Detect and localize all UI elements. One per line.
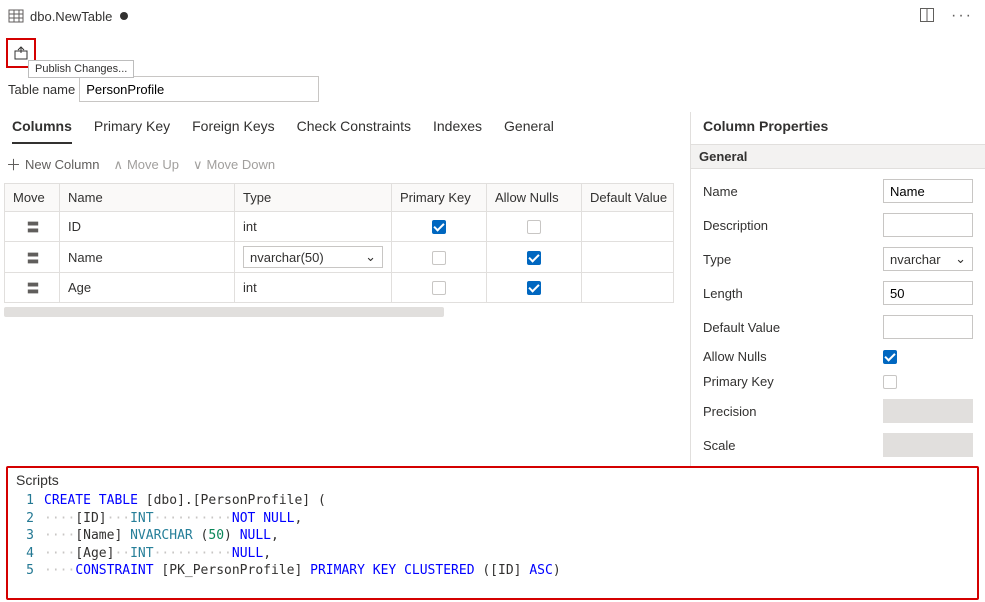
tab-indexes[interactable]: Indexes	[433, 112, 482, 144]
pk-checkbox[interactable]	[432, 251, 446, 265]
prop-precision-input	[883, 399, 973, 423]
new-column-label: New Column	[25, 157, 99, 172]
prop-label-description: Description	[703, 218, 883, 233]
prop-type-value: nvarchar	[890, 252, 941, 267]
default-value-cell[interactable]	[582, 212, 674, 242]
type-value: int	[243, 219, 257, 234]
columns-toolbar: ＋ New Column ∧ Move Up ∨ Move Down	[0, 144, 690, 183]
drag-handle-icon[interactable]: 〓	[5, 242, 60, 273]
table-name-input[interactable]	[79, 76, 319, 102]
title-bar: dbo.NewTable ···	[0, 0, 985, 32]
prop-label-length: Length	[703, 286, 883, 301]
default-value-cell[interactable]	[582, 273, 674, 303]
new-column-button[interactable]: ＋ New Column	[6, 154, 99, 175]
columns-table: Move Name Type Primary Key Allow Nulls D…	[4, 183, 674, 303]
table-icon	[8, 8, 24, 24]
prop-scale-input	[883, 433, 973, 457]
prop-label-pk: Primary Key	[703, 374, 883, 389]
move-down-button[interactable]: ∨ Move Down	[193, 157, 275, 173]
drag-handle-icon[interactable]: 〓	[5, 212, 60, 242]
column-type-cell[interactable]: int	[235, 273, 392, 303]
publish-tooltip: Publish Changes...	[28, 60, 134, 78]
column-name-cell[interactable]: Name	[60, 242, 235, 273]
tab-general[interactable]: General	[504, 112, 554, 144]
prop-default-input[interactable]	[883, 315, 973, 339]
chevron-down-icon: ∨	[193, 157, 203, 173]
drag-handle-icon[interactable]: 〓	[5, 273, 60, 303]
toolbar: Publish Changes...	[0, 32, 985, 68]
column-type-cell[interactable]: int	[235, 212, 392, 242]
scripts-panel: Scripts 1CREATE TABLE [dbo].[PersonProfi…	[6, 466, 979, 600]
editor-tab-title[interactable]: dbo.NewTable	[30, 9, 112, 24]
chevron-down-icon: ⌄	[365, 249, 376, 265]
table-row[interactable]: 〓 ID int	[5, 212, 674, 242]
pk-checkbox[interactable]	[432, 281, 446, 295]
col-header-nulls[interactable]: Allow Nulls	[487, 184, 582, 212]
type-select[interactable]: nvarchar(50) ⌄	[243, 246, 383, 268]
column-name-cell[interactable]: Age	[60, 273, 235, 303]
col-header-default[interactable]: Default Value	[582, 184, 674, 212]
prop-pk-checkbox[interactable]	[883, 375, 897, 389]
move-up-button[interactable]: ∧ Move Up	[113, 157, 179, 173]
pk-checkbox[interactable]	[432, 220, 446, 234]
tab-primary-key[interactable]: Primary Key	[94, 112, 170, 144]
allownulls-checkbox[interactable]	[527, 251, 541, 265]
column-name-cell[interactable]: ID	[60, 212, 235, 242]
allownulls-checkbox[interactable]	[527, 281, 541, 295]
column-type-cell[interactable]: nvarchar(50) ⌄	[235, 242, 392, 273]
move-up-label: Move Up	[127, 157, 179, 172]
tab-foreign-keys[interactable]: Foreign Keys	[192, 112, 274, 144]
default-value-cell[interactable]	[582, 242, 674, 273]
type-value: nvarchar(50)	[250, 250, 324, 265]
plus-icon: ＋	[6, 154, 21, 175]
horizontal-scrollbar[interactable]	[4, 307, 444, 317]
prop-label-default: Default Value	[703, 320, 883, 335]
properties-title: Column Properties	[703, 112, 973, 144]
prop-label-name: Name	[703, 184, 883, 199]
prop-label-allownulls: Allow Nulls	[703, 349, 883, 364]
col-header-type[interactable]: Type	[235, 184, 392, 212]
unsaved-indicator-icon	[120, 12, 128, 20]
chevron-up-icon: ∧	[113, 157, 123, 173]
move-down-label: Move Down	[207, 157, 276, 172]
prop-length-input[interactable]	[883, 281, 973, 305]
col-header-pk[interactable]: Primary Key	[392, 184, 487, 212]
prop-label-precision: Precision	[703, 404, 883, 419]
sql-script-editor[interactable]: 1CREATE TABLE [dbo].[PersonProfile] (2··…	[16, 492, 969, 580]
prop-allownulls-checkbox[interactable]	[883, 350, 897, 364]
designer-tabs: Columns Primary Key Foreign Keys Check C…	[0, 112, 690, 144]
more-actions-icon[interactable]: ···	[947, 5, 977, 27]
scripts-title: Scripts	[16, 472, 969, 488]
split-editor-icon[interactable]	[915, 5, 939, 28]
allownulls-checkbox[interactable]	[527, 220, 541, 234]
tab-columns[interactable]: Columns	[12, 112, 72, 144]
col-header-name[interactable]: Name	[60, 184, 235, 212]
tab-check-constraints[interactable]: Check Constraints	[297, 112, 411, 144]
col-header-move[interactable]: Move	[5, 184, 60, 212]
prop-label-type: Type	[703, 252, 883, 267]
table-name-label: Table name	[8, 82, 75, 97]
chevron-down-icon: ⌄	[955, 251, 966, 267]
properties-section-general: General	[691, 144, 985, 169]
column-properties-panel: Column Properties General Name Descripti…	[690, 112, 985, 479]
prop-description-input[interactable]	[883, 213, 973, 237]
prop-name-input[interactable]	[883, 179, 973, 203]
table-row[interactable]: 〓 Name nvarchar(50) ⌄	[5, 242, 674, 273]
table-name-row: Table name	[0, 68, 985, 112]
prop-label-scale: Scale	[703, 438, 883, 453]
prop-type-select[interactable]: nvarchar ⌄	[883, 247, 973, 271]
type-value: int	[243, 280, 257, 295]
publish-button-highlight: Publish Changes...	[6, 38, 36, 68]
table-row[interactable]: 〓 Age int	[5, 273, 674, 303]
